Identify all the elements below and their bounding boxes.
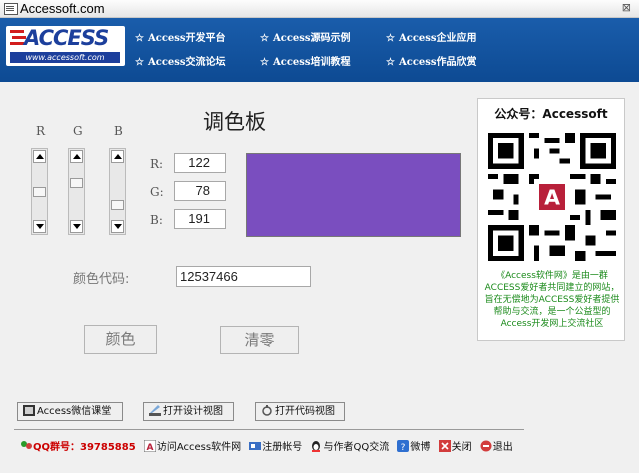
svg-text:A: A <box>544 186 560 210</box>
window-titlebar: Accessoft.com ⊠ <box>0 0 639 18</box>
color-code-field[interactable]: 12537466 <box>176 266 311 287</box>
qr-panel-title: 公众号：Accessoft <box>494 107 608 121</box>
arrow-down-icon <box>36 224 44 229</box>
nav-link-label: Access开发平台 <box>147 33 226 44</box>
qr-code-image: A <box>488 133 616 261</box>
star-icon: ☆ <box>386 57 395 68</box>
site-description: 《Access软件网》是由一群ACCESS爱好者共同建立的网站，旨在无偿地为AC… <box>484 271 620 329</box>
access-app-icon: A <box>143 440 156 452</box>
scroll-up-button[interactable] <box>111 150 124 163</box>
qq-group-text: QQ群号：39785885 <box>33 442 136 453</box>
color-preview-swatch <box>246 153 461 237</box>
star-icon: ☆ <box>386 33 395 44</box>
nav-link-source-examples[interactable]: ☆ Access源码示例 <box>260 29 351 44</box>
qq-penguin-icon <box>312 441 321 452</box>
channel-header-r: R <box>36 124 46 138</box>
close-link[interactable]: 关闭 <box>438 438 472 453</box>
close-label: 关闭 <box>451 442 472 453</box>
channel-header-b: B <box>114 124 123 138</box>
channel-header-g: G <box>73 124 83 138</box>
scroll-thumb[interactable] <box>33 186 46 197</box>
footer-links: QQ群号：39785885 A 访问Access软件网 注册帐号 与作者QQ交流 … <box>20 438 518 454</box>
clear-button[interactable]: 清零 <box>220 326 299 354</box>
nav-link-label: Access企业应用 <box>398 33 477 44</box>
register-link[interactable]: 注册帐号 <box>249 438 302 453</box>
arrow-up-icon <box>73 154 81 159</box>
window-close-button[interactable]: ⊠ <box>622 1 631 14</box>
open-design-view-button[interactable]: 打开设计视图 <box>143 402 234 421</box>
exit-link[interactable]: 退出 <box>480 438 513 453</box>
weibo-label: 微博 <box>410 442 431 453</box>
arrow-down-icon <box>73 224 81 229</box>
palette-title: 调色板 <box>203 110 266 134</box>
window-title: Accessoft.com <box>20 1 105 16</box>
scroll-down-button[interactable] <box>33 220 46 233</box>
open-code-view-button[interactable]: 打开代码视图 <box>255 402 345 421</box>
exit-icon <box>480 440 492 452</box>
arrow-up-icon <box>114 154 122 159</box>
b-label: B: <box>150 213 163 227</box>
header-banner: ACCESS www.accessoft.com ☆ Access开发平台 ☆ Ac… <box>0 18 639 82</box>
scroll-down-button[interactable] <box>111 220 124 233</box>
visit-site-link[interactable]: A 访问Access软件网 <box>143 438 242 453</box>
r-value-field[interactable]: 122 <box>174 153 226 173</box>
g-value-field[interactable]: 78 <box>174 181 226 201</box>
weibo-icon: ? <box>397 440 410 452</box>
app-form-icon <box>4 3 18 15</box>
visit-site-label: 访问Access软件网 <box>156 442 242 453</box>
nav-link-enterprise-apps[interactable]: ☆ Access企业应用 <box>386 29 477 44</box>
star-icon: ☆ <box>260 33 269 44</box>
contact-author-link[interactable]: 与作者QQ交流 <box>310 438 389 453</box>
weibo-link[interactable]: ? 微博 <box>397 438 430 453</box>
nav-link-label: Access作品欣赏 <box>398 57 477 68</box>
register-label: 注册帐号 <box>262 442 303 453</box>
nav-link-tutorials[interactable]: ☆ Access培训教程 <box>260 53 351 68</box>
color-button[interactable]: 颜色 <box>84 325 157 354</box>
wechat-qr-panel: 公众号：Accessoft A 《Access软件网》是由一群ACCESS爱好者… <box>477 98 625 341</box>
code-view-icon <box>262 405 272 416</box>
design-ruler-icon <box>149 405 161 416</box>
star-icon: ☆ <box>135 57 144 68</box>
svg-text:A: A <box>146 443 153 452</box>
qq-group-item[interactable]: QQ群号：39785885 <box>20 438 136 453</box>
code-view-label: 打开代码视图 <box>275 406 335 417</box>
svg-text:?: ? <box>401 443 406 452</box>
color-code-label: 颜色代码: <box>73 272 130 287</box>
logo-text: ACCESS <box>24 26 109 50</box>
wechat-class-button[interactable]: Access微信课堂 <box>17 402 123 421</box>
scroll-up-button[interactable] <box>33 150 46 163</box>
register-card-icon <box>249 442 262 450</box>
nav-link-showcase[interactable]: ☆ Access作品欣赏 <box>386 53 477 68</box>
star-icon: ☆ <box>135 33 144 44</box>
b-value-field[interactable]: 191 <box>174 209 226 229</box>
contact-author-label: 与作者QQ交流 <box>323 442 390 453</box>
wechat-class-icon <box>23 405 35 416</box>
r-label: R: <box>150 157 164 171</box>
logo-url: www.accessoft.com <box>10 52 120 63</box>
nav-link-dev-platform[interactable]: ☆ Access开发平台 <box>135 29 226 44</box>
blue-scrollbar[interactable] <box>109 148 126 235</box>
red-scrollbar[interactable] <box>31 148 48 235</box>
scroll-up-button[interactable] <box>70 150 83 163</box>
nav-link-label: Access交流论坛 <box>147 57 226 68</box>
wechat-class-label: Access微信课堂 <box>37 406 112 417</box>
scroll-down-button[interactable] <box>70 220 83 233</box>
green-scrollbar[interactable] <box>68 148 85 235</box>
exit-label: 退出 <box>492 442 513 453</box>
nav-link-forum[interactable]: ☆ Access交流论坛 <box>135 53 226 68</box>
close-icon <box>438 440 451 452</box>
nav-link-label: Access培训教程 <box>272 57 351 68</box>
scroll-thumb[interactable] <box>70 178 83 189</box>
footer-separator <box>14 429 524 430</box>
access-logo[interactable]: ACCESS www.accessoft.com <box>6 26 125 66</box>
star-icon: ☆ <box>260 57 269 68</box>
arrow-up-icon <box>36 154 44 159</box>
design-view-label: 打开设计视图 <box>163 406 223 417</box>
nav-link-label: Access源码示例 <box>272 33 351 44</box>
scroll-thumb[interactable] <box>111 199 124 210</box>
g-label: G: <box>150 185 164 199</box>
arrow-down-icon <box>114 224 122 229</box>
qq-group-icon <box>21 441 32 449</box>
